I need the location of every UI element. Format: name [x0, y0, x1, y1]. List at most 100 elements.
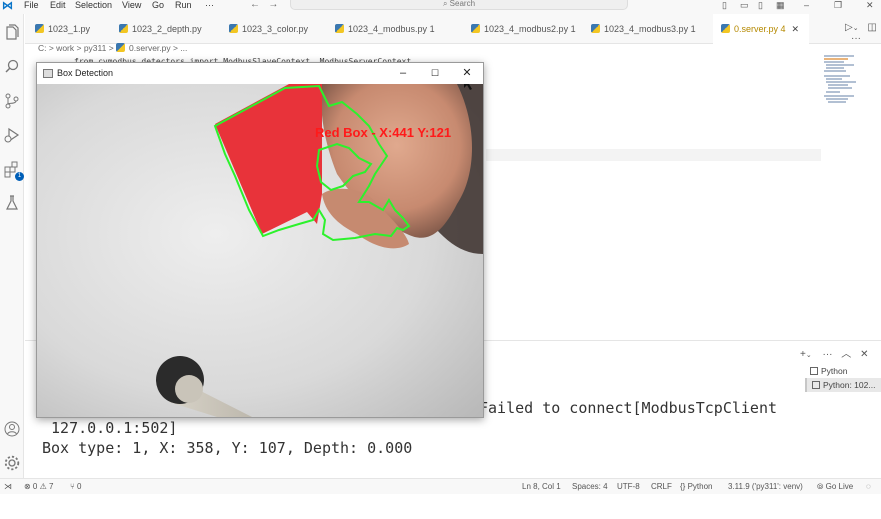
box-detection-titlebar[interactable]: Box Detection – ☐ ✕ [37, 63, 483, 84]
python-file-icon [116, 43, 126, 52]
menu-edit[interactable]: Edit [50, 0, 66, 12]
close-window-icon[interactable]: ✕ [866, 0, 874, 10]
notifications-bell-icon[interactable]: ◌ [866, 482, 871, 491]
tab-1023-2-depth[interactable]: 1023_2_depth.py [109, 14, 219, 44]
menu-more[interactable]: ··· [205, 0, 214, 12]
terminal-line: 127.0.0.1:502] [42, 419, 178, 437]
run-debug-icon[interactable] [3, 126, 21, 144]
python-interpreter[interactable]: 3.11.9 ('py311': venv) [728, 482, 803, 491]
split-editor-icon[interactable]: ◫ [867, 22, 876, 33]
activity-bar: 1 [0, 14, 24, 478]
close-panel-icon[interactable]: ✕ [860, 349, 868, 360]
tab-0-server[interactable]: 0.server.py 4 ✕ [713, 14, 809, 44]
tab-1023-3-color[interactable]: 1023_3_color.py [219, 14, 325, 44]
terminal-line: Box type: 1, X: 358, Y: 107, Depth: 0.00… [42, 439, 413, 457]
close-tab-icon[interactable]: ✕ [792, 24, 800, 34]
tab-1023-1[interactable]: 1023_1.py [25, 14, 109, 44]
ports-status[interactable]: ⑂ 0 [70, 482, 81, 491]
remote-icon[interactable]: ⋊ [4, 482, 12, 491]
python-file-icon [591, 24, 600, 33]
detection-label: Red Box - X:441 Y:121 [315, 125, 451, 140]
terminal-icon [812, 381, 820, 389]
toggle-sidebar-icon[interactable]: ▯ [722, 0, 727, 10]
tab-label: 1023_4_modbus2.py 1 [484, 24, 576, 34]
menu-file[interactable]: File [24, 0, 39, 12]
command-search[interactable]: ⌕ Search [290, 0, 628, 10]
current-line-highlight [486, 149, 821, 161]
panel-more-icon[interactable]: ··· [823, 349, 833, 360]
more-actions-icon[interactable]: ··· [851, 33, 861, 44]
toggle-panel-icon[interactable]: ▭ [740, 0, 749, 10]
menu-run[interactable]: Run [175, 0, 192, 12]
box-detection-title: Box Detection [57, 68, 114, 78]
terminal-icon [810, 367, 818, 375]
manage-gear-icon[interactable] [3, 454, 21, 472]
breadcrumb[interactable]: C: > work > py311 > 0.server.py > ... [38, 43, 187, 54]
indentation-status[interactable]: Spaces: 4 [572, 482, 608, 491]
editor-tab-bar: 1023_1.py 1023_2_depth.py 1023_3_color.p… [25, 14, 881, 44]
customize-layout-icon[interactable]: ▦ [776, 0, 785, 10]
python-file-icon [721, 24, 730, 33]
terminal-line: Failed to connect[ModbusTcpClient [479, 399, 778, 417]
terminal-item-python[interactable]: Python [805, 364, 881, 378]
camera-feed-image: Red Box - X:441 Y:121 [37, 84, 483, 417]
minimize-window-icon[interactable]: – [804, 0, 809, 10]
menu-go[interactable]: Go [152, 0, 164, 12]
tab-1023-4-modbus[interactable]: 1023_4_modbus.py 1 [325, 14, 461, 44]
account-icon[interactable] [3, 420, 21, 438]
extensions-icon[interactable]: 1 [3, 160, 24, 181]
terminal-dropdown-icon[interactable]: ⌄ [806, 352, 812, 359]
broadcast-icon: ⦾ [817, 482, 824, 491]
run-file-icon[interactable]: ▷ [845, 22, 853, 33]
terminal-list: Python Python: 102... [805, 364, 881, 392]
camera-feed: Red Box - X:441 Y:121 [37, 84, 483, 417]
eol-status[interactable]: CRLF [651, 482, 672, 491]
cursor-position[interactable]: Ln 8, Col 1 [522, 482, 561, 491]
nav-arrows[interactable]: ← → [250, 0, 278, 10]
restore-window-icon[interactable]: ❐ [834, 0, 842, 10]
bd-minimize-icon[interactable]: – [388, 64, 418, 82]
language-mode[interactable]: {} Python [680, 482, 712, 491]
title-bar: ⋈ File Edit Selection View Go Run ··· ← … [0, 0, 881, 14]
tab-label: 1023_4_modbus.py 1 [348, 24, 435, 34]
menu-selection[interactable]: Selection [75, 0, 112, 12]
source-control-icon[interactable] [3, 92, 21, 110]
terminal-item-label: Python [821, 366, 848, 376]
run-dropdown-icon[interactable]: ⌄ [853, 25, 859, 32]
breadcrumb-file[interactable]: 0.server.py > ... [129, 43, 187, 53]
search-icon: ⌕ [442, 0, 448, 8]
problems-status[interactable]: ⊗ 0 ⚠ 7 [24, 482, 53, 491]
search-icon[interactable] [3, 58, 21, 76]
search-placeholder: Search [449, 0, 476, 8]
stick-tip [175, 375, 203, 403]
tab-label: 0.server.py 4 [734, 24, 786, 34]
back-arrow-icon[interactable]: ← [250, 0, 260, 10]
menu-view[interactable]: View [122, 0, 141, 12]
box-detection-window[interactable]: Box Detection – ☐ ✕ Red Box - X:441 Y:12… [36, 62, 484, 418]
testing-flask-icon[interactable] [3, 194, 21, 212]
editor-actions: ▷⌄ ◫ ··· [845, 22, 881, 44]
tab-1023-4-modbus2[interactable]: 1023_4_modbus2.py 1 [461, 14, 591, 44]
tab-label: 1023_1.py [48, 24, 91, 34]
python-file-icon [335, 24, 344, 33]
extensions-badge: 1 [15, 172, 24, 181]
tab-1023-4-modbus3[interactable]: 1023_4_modbus3.py 1 [591, 14, 713, 44]
bd-maximize-icon[interactable]: ☐ [420, 64, 450, 82]
minimap[interactable] [824, 55, 872, 105]
forward-arrow-icon[interactable]: → [268, 0, 278, 10]
toggle-secondary-sidebar-icon[interactable]: ▯ [758, 0, 763, 10]
go-live-button[interactable]: ⦾ Go Live [817, 482, 853, 492]
python-file-icon [35, 24, 44, 33]
terminal-item-python-debug[interactable]: Python: 102... [805, 378, 881, 392]
encoding-status[interactable]: UTF-8 [617, 482, 640, 491]
terminal-item-label: Python: 102... [823, 380, 876, 390]
python-file-icon [471, 24, 480, 33]
go-live-label: Go Live [825, 482, 854, 491]
tab-label: 1023_3_color.py [242, 24, 309, 34]
explorer-icon[interactable] [3, 24, 21, 42]
maximize-panel-icon[interactable]: ︿ [841, 349, 851, 360]
bd-close-icon[interactable]: ✕ [452, 64, 482, 82]
breadcrumb-path[interactable]: C: > work > py311 > [38, 43, 116, 53]
status-bar: ⋊ ⊗ 0 ⚠ 7 ⑂ 0 Ln 8, Col 1 Spaces: 4 UTF-… [0, 478, 881, 494]
panel-actions: +⌄ ··· ︿ ✕ [800, 345, 868, 360]
